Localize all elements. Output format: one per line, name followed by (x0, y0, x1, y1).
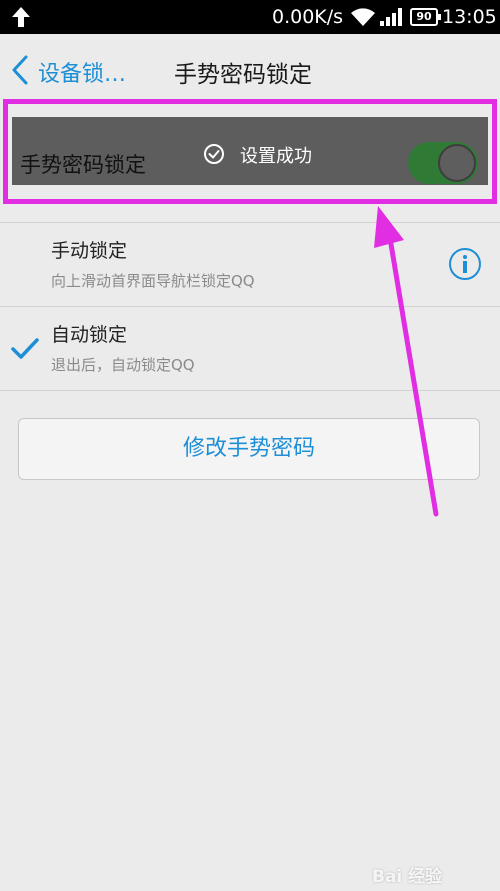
option-title: 手动锁定 (51, 240, 128, 262)
option-subtitle: 退出后，自动锁定QQ (51, 356, 195, 374)
watermark-text: Bai 经验 (372, 867, 443, 887)
back-label: 设备锁… (38, 62, 127, 87)
battery-level: 90 (416, 10, 432, 23)
wifi-icon (351, 8, 375, 26)
battery-icon: 90 (410, 8, 441, 26)
annotation-highlight-box (3, 99, 497, 204)
upload-arrow-icon (12, 7, 30, 27)
back-button[interactable]: 设备锁… (6, 48, 146, 92)
option-title: 自动锁定 (51, 324, 128, 346)
page-title: 手势密码锁定 (174, 62, 312, 88)
signal-icon (380, 8, 402, 26)
network-speed: 0.00K/s (272, 6, 344, 28)
clock: 13:05 (442, 6, 497, 28)
checkmark-icon (11, 338, 39, 359)
chevron-left-icon (12, 55, 28, 85)
annotation-arrow (374, 206, 439, 517)
app-header: 设备锁… 手势密码锁定 (0, 34, 500, 106)
status-bar: 0.00K/s 90 13:05 (0, 0, 500, 34)
modify-button-label: 修改手势密码 (182, 436, 315, 461)
option-subtitle: 向上滑动首界面导航栏锁定QQ (51, 272, 255, 290)
watermark-logo: Bai 经验 (372, 860, 472, 888)
